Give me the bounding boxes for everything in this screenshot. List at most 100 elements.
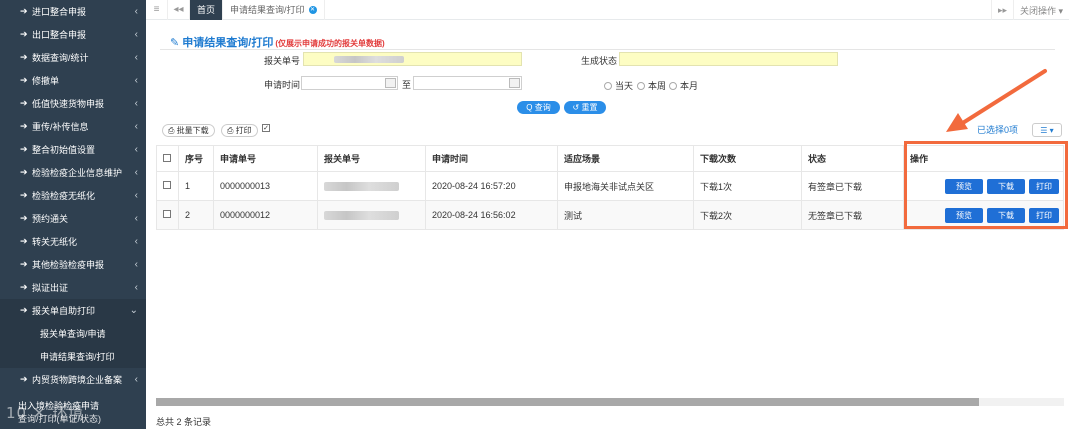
sidebar-item-items11[interactable]: ➔ 其他检验检疫申报 ‹ — [0, 253, 146, 276]
sidebar-item-after0[interactable]: ➔ 内贸货物跨境企业备案 ‹ — [0, 368, 146, 391]
print-button[interactable]: ⎙ 打印 — [221, 124, 258, 137]
sidebar-item-label: 转关无纸化 — [32, 237, 78, 247]
sign-out-icon: ➔ — [20, 121, 28, 131]
sign-out-icon: ➔ — [20, 305, 28, 315]
sidebar-item-items2[interactable]: ➔ 数据查询/统计 ‹ — [0, 46, 146, 69]
header-apply-time: 申请时间 — [425, 145, 558, 172]
tab-home[interactable]: 首页 — [190, 0, 224, 20]
sidebar-item-label: 出口整合申报 — [32, 30, 87, 40]
batch-download-button[interactable]: ⎙ 批量下载 — [162, 124, 215, 137]
page-subtitle: (仅展示申请成功的报关单数据) — [275, 39, 385, 48]
sign-out-icon: ➔ — [20, 52, 28, 62]
query-button[interactable]: Q 查询 — [517, 101, 560, 114]
header-declaration-no: 报关单号 — [317, 145, 426, 172]
sign-out-icon: ➔ — [20, 167, 28, 177]
apply-time-start-input[interactable] — [301, 76, 398, 90]
sign-out-icon: ➔ — [20, 374, 28, 384]
calendar-icon[interactable] — [509, 78, 520, 88]
radio-this-week[interactable]: 本周 — [637, 79, 666, 92]
sidebar-item-items6[interactable]: ➔ 整合初始值设置 ‹ — [0, 138, 146, 161]
radio-this-month[interactable]: 本月 — [669, 79, 698, 92]
sidebar-item-label: 数据查询/统计 — [32, 53, 89, 63]
annotation-arrow-icon — [946, 69, 1047, 132]
menu-toggle-icon[interactable]: ≡ — [146, 0, 168, 20]
sidebar-item-label: 拟证出证 — [32, 283, 69, 293]
sign-out-icon: ➔ — [20, 75, 28, 85]
chevron-icon: ‹ — [134, 236, 138, 247]
sidebar-bottom: 出入境检验检疫申请 查询/打印(单证/状态) 10 ✕ 环境 — [0, 399, 146, 429]
sidebar-item-label: 内贸货物跨境企业备案 — [32, 375, 123, 385]
declaration-no-input[interactable] — [303, 52, 522, 66]
chevron-icon: ‹ — [134, 374, 138, 385]
cell-scene: 测试 — [557, 200, 694, 230]
cell-apply-time: 2020-08-24 16:56:02 — [425, 200, 558, 230]
sidebar-item-items13[interactable]: ➔ 报关单自助打印 ⌄ — [0, 299, 146, 322]
cell-downloads: 下载2次 — [693, 200, 802, 230]
chevron-icon: ‹ — [134, 190, 138, 201]
row-checkbox[interactable] — [163, 181, 171, 189]
sign-out-icon: ➔ — [20, 213, 28, 223]
reset-button[interactable]: ↺ 重置 — [564, 101, 606, 114]
tab-close-icon[interactable]: ✕ — [308, 5, 317, 14]
header-status: 状态 — [801, 145, 904, 172]
tab-label: 首页 — [197, 5, 216, 15]
blurred-value — [324, 211, 399, 221]
sidebar-subitem-0[interactable]: 报关单查询/申请 — [0, 322, 146, 345]
cell-downloads: 下载1次 — [693, 171, 802, 201]
sign-out-icon: ➔ — [20, 190, 28, 200]
radio-today[interactable]: 当天 — [604, 79, 633, 92]
sidebar-item-items3[interactable]: ➔ 修撤单 ‹ — [0, 69, 146, 92]
sign-out-icon: ➔ — [20, 98, 28, 108]
cell-declaration-no — [317, 200, 426, 230]
apply-time-end-input[interactable] — [413, 76, 522, 90]
sidebar-item-label: 重传/补传信息 — [32, 122, 89, 132]
sidebar-item-items5[interactable]: ➔ 重传/补传信息 ‹ — [0, 115, 146, 138]
cell-apply-no: 0000000012 — [213, 200, 318, 230]
sidebar-item-items9[interactable]: ➔ 预约通关 ‹ — [0, 207, 146, 230]
sidebar-item-items1[interactable]: ➔ 出口整合申报 ‹ — [0, 23, 146, 46]
sign-out-icon: ➔ — [20, 259, 28, 269]
header-downloads: 下载次数 — [693, 145, 802, 172]
cell-seq: 2 — [178, 200, 214, 230]
select-all-checkbox[interactable] — [163, 153, 171, 162]
row-checkbox-cell — [156, 200, 179, 230]
cell-seq: 1 — [178, 171, 214, 201]
highlight-box — [904, 141, 1068, 229]
row-checkbox[interactable] — [163, 210, 171, 218]
tab-apply-result[interactable]: 申请结果查询/打印 ✕ — [223, 0, 325, 20]
toolbar-checkbox[interactable]: ✓ — [262, 124, 270, 132]
chevron-icon: ‹ — [134, 282, 138, 293]
gen-status-select[interactable] — [619, 52, 838, 66]
cell-apply-no: 0000000013 — [213, 171, 318, 201]
close-operations-button[interactable]: 关闭操作 ▾ — [1012, 0, 1069, 20]
tab-scroll-right-icon[interactable]: ▸▸ — [990, 0, 1013, 20]
sidebar-item-items12[interactable]: ➔ 拟证出证 ‹ — [0, 276, 146, 299]
page-title: ✎ 申请结果查询/打印 (仅展示申请成功的报关单数据) — [170, 34, 385, 50]
sidebar-subitem-1[interactable]: 申请结果查询/打印 — [0, 345, 146, 368]
sidebar-item-label: 预约通关 — [32, 214, 69, 224]
calendar-icon[interactable] — [385, 78, 396, 88]
chevron-icon: ‹ — [134, 167, 138, 178]
sidebar-item-label: 低值快速货物申报 — [32, 99, 105, 109]
sidebar-item-items8[interactable]: ➔ 检验检疫无纸化 ‹ — [0, 184, 146, 207]
tab-scroll-left-icon[interactable]: ◂◂ — [168, 0, 190, 20]
divider — [160, 49, 1055, 50]
sidebar-item-items10[interactable]: ➔ 转关无纸化 ‹ — [0, 230, 146, 253]
sign-out-icon: ➔ — [20, 29, 28, 39]
header-scene: 适应场景 — [557, 145, 694, 172]
cell-status: 有签章已下载 — [801, 171, 904, 201]
header-apply-no: 申请单号 — [213, 145, 318, 172]
chevron-icon: ‹ — [134, 144, 138, 155]
blurred-value — [324, 182, 399, 192]
sidebar-item-items0[interactable]: ➔ 进口整合申报 ‹ — [0, 0, 146, 23]
radio-label: 本月 — [680, 81, 699, 91]
watermark: 10 ✕ 环境 — [6, 404, 85, 422]
sidebar-item-label: 进口整合申报 — [32, 7, 87, 17]
declaration-no-label: 报关单号 — [264, 56, 301, 66]
horizontal-scrollbar-thumb[interactable] — [156, 398, 979, 406]
sidebar-item-label: 报关单自助打印 — [32, 306, 96, 316]
sidebar-item-items4[interactable]: ➔ 低值快速货物申报 ‹ — [0, 92, 146, 115]
cell-declaration-no — [317, 171, 426, 201]
sidebar-menu: ➔ 进口整合申报 ‹ ➔ 出口整合申报 ‹ ➔ 数据查询/统计 ‹ ➔ 修撤单 ‹ ➔ 低值快速货物申报 ‹… — [0, 0, 146, 391]
sidebar-item-items7[interactable]: ➔ 检验检疫企业信息维护 ‹ — [0, 161, 146, 184]
